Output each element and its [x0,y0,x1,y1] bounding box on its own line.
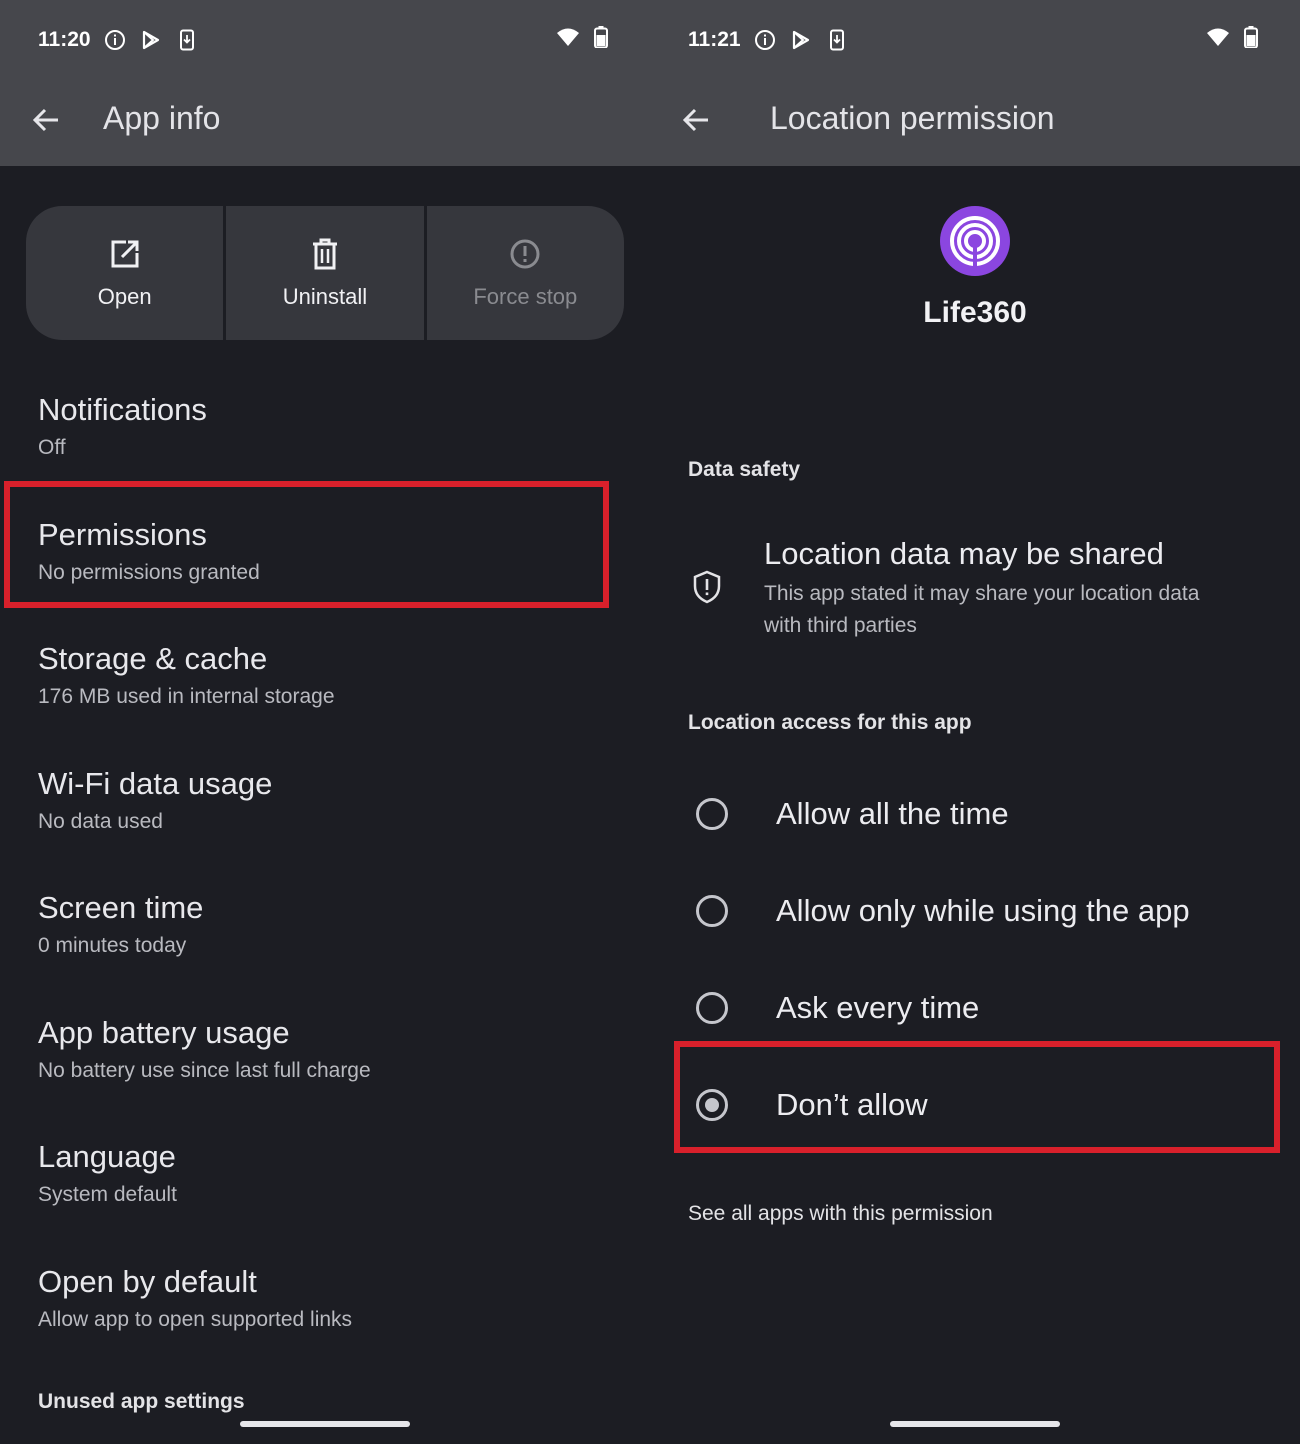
option-dont-allow[interactable]: Don’t allow [696,1087,928,1123]
screen-time-item[interactable]: Screen time 0 minutes today [38,890,203,958]
battery-icon [1244,26,1258,53]
force-stop-button-label: Force stop [473,283,578,309]
option-label: Allow only while using the app [776,893,1190,928]
download-phone-icon [175,28,199,52]
item-subtitle: No permissions granted [38,561,260,584]
item-subtitle: Allow app to open supported links [38,1308,353,1331]
radio-button[interactable] [696,895,728,927]
unused-app-settings-header: Unused app settings [38,1390,245,1413]
play-store-icon [139,28,163,52]
status-time: 11:21 [688,28,741,51]
open-button-label: Open [97,283,152,309]
app-name: Life360 [923,296,1027,329]
item-title: Wi-Fi data usage [38,766,273,801]
play-store-icon [789,28,813,52]
life360-app-icon [940,206,1010,276]
storage-cache-item[interactable]: Storage & cache 176 MB used in internal … [38,641,335,709]
download-phone-icon [825,28,849,52]
wifi-icon [1206,27,1230,52]
uninstall-button-label: Uninstall [282,283,368,309]
uninstall-button[interactable]: Uninstall [226,206,424,340]
item-title: Notifications [38,392,207,427]
permissions-item[interactable]: Permissions No permissions granted [38,517,260,585]
option-allow-all-the-time[interactable]: Allow all the time [696,796,1009,832]
status-bar: 11:20 [38,26,199,54]
item-title: App battery usage [38,1015,290,1050]
open-by-default-item[interactable]: Open by default Allow app to open suppor… [38,1264,352,1332]
item-subtitle: 176 MB used in internal storage [38,685,335,708]
open-button[interactable]: Open [26,206,224,340]
status-bar: 11:21 [688,26,849,54]
location-access-header: Location access for this app [688,711,972,734]
status-icons-right [1206,26,1258,53]
item-subtitle: No battery use since last full charge [38,1059,371,1082]
data-safety-subtitle-line2: with third parties [764,614,917,637]
home-indicator[interactable] [240,1421,410,1427]
data-safety-title: Location data may be shared [764,536,1164,571]
app-action-buttons: Open Uninstall Force stop [26,206,624,340]
notifications-item[interactable]: Notifications Off [38,392,207,460]
see-all-apps-link[interactable]: See all apps with this permission [688,1202,993,1226]
info-icon [103,28,127,52]
app-bar: 11:21 Location permission [650,0,1300,166]
option-label: Allow all the time [776,796,1009,831]
data-safety-subtitle-line1: This app stated it may share your locati… [764,582,1200,605]
item-title: Language [38,1139,176,1174]
home-indicator[interactable] [890,1421,1060,1427]
info-icon [753,28,777,52]
page-title: Location permission [770,100,1055,136]
item-subtitle: Off [38,436,66,459]
item-title: Open by default [38,1264,257,1299]
option-label: Don’t allow [776,1087,928,1122]
shield-alert-icon [692,570,722,609]
open-external-icon [108,237,142,276]
alert-circle-icon [508,237,542,276]
status-time: 11:20 [38,28,91,51]
battery-icon [594,26,608,53]
wifi-icon [556,27,580,52]
wifi-data-usage-item[interactable]: Wi-Fi data usage No data used [38,766,272,834]
radio-button-selected[interactable] [696,1089,728,1121]
data-safety-header: Data safety [688,458,801,481]
radio-button[interactable] [696,798,728,830]
page-title: App info [103,100,221,136]
item-title: Permissions [38,517,207,552]
app-bar: 11:20 App info [0,0,650,166]
item-subtitle: System default [38,1183,177,1206]
location-permission-screen: 11:21 Location permission Life360 Data s… [650,0,1300,1444]
status-icons-right [556,26,608,53]
item-title: Screen time [38,890,204,925]
option-label: Ask every time [776,990,980,1025]
language-item[interactable]: Language System default [38,1139,177,1207]
item-title: Storage & cache [38,641,268,676]
trash-icon [310,237,340,276]
option-allow-while-using[interactable]: Allow only while using the app [696,893,1190,929]
option-ask-every-time[interactable]: Ask every time [696,990,979,1026]
app-info-screen: 11:20 App info Open Uninstall Force stop… [0,0,650,1444]
app-battery-usage-item[interactable]: App battery usage No battery use since l… [38,1015,371,1083]
item-subtitle: No data used [38,810,163,833]
radio-button[interactable] [696,992,728,1024]
force-stop-button[interactable]: Force stop [426,206,624,340]
data-safety-item[interactable]: Location data may be shared This app sta… [688,530,1268,650]
item-subtitle: 0 minutes today [38,934,187,957]
back-arrow-icon[interactable] [680,104,712,136]
back-arrow-icon[interactable] [30,104,62,136]
